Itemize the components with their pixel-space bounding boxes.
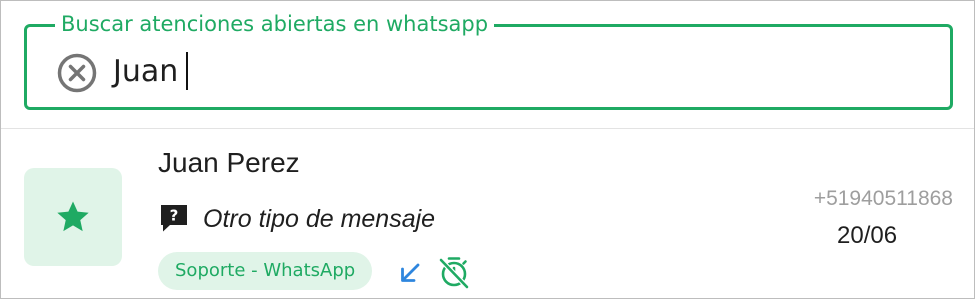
conversation-item[interactable]: Juan Perez ? Otro tipo de mensaje Soport…	[1, 129, 974, 299]
star-icon	[57, 201, 89, 232]
svg-text:?: ?	[170, 207, 179, 225]
text-caret	[186, 52, 189, 90]
conversation-date: 20/06	[837, 222, 898, 249]
search-input-value: Juan	[113, 53, 179, 89]
message-question-icon: ?	[161, 205, 187, 232]
clear-search-button[interactable]	[57, 53, 97, 93]
avatar	[24, 168, 122, 266]
cancel-circle-icon	[57, 53, 97, 93]
timer-off-icon	[438, 257, 470, 289]
last-message: Otro tipo de mensaje	[203, 205, 436, 233]
arrow-down-left-icon	[401, 263, 420, 282]
search-input[interactable]: Juan	[113, 49, 813, 93]
search-field[interactable]: Buscar atenciones abiertas en whatsapp J…	[24, 11, 953, 110]
search-label: Buscar atenciones abiertas en whatsapp	[55, 11, 495, 37]
channel-chip: Soporte - WhatsApp	[158, 252, 373, 290]
phone-number: +51940511868	[813, 187, 953, 210]
contact-name: Juan Perez	[158, 147, 300, 178]
